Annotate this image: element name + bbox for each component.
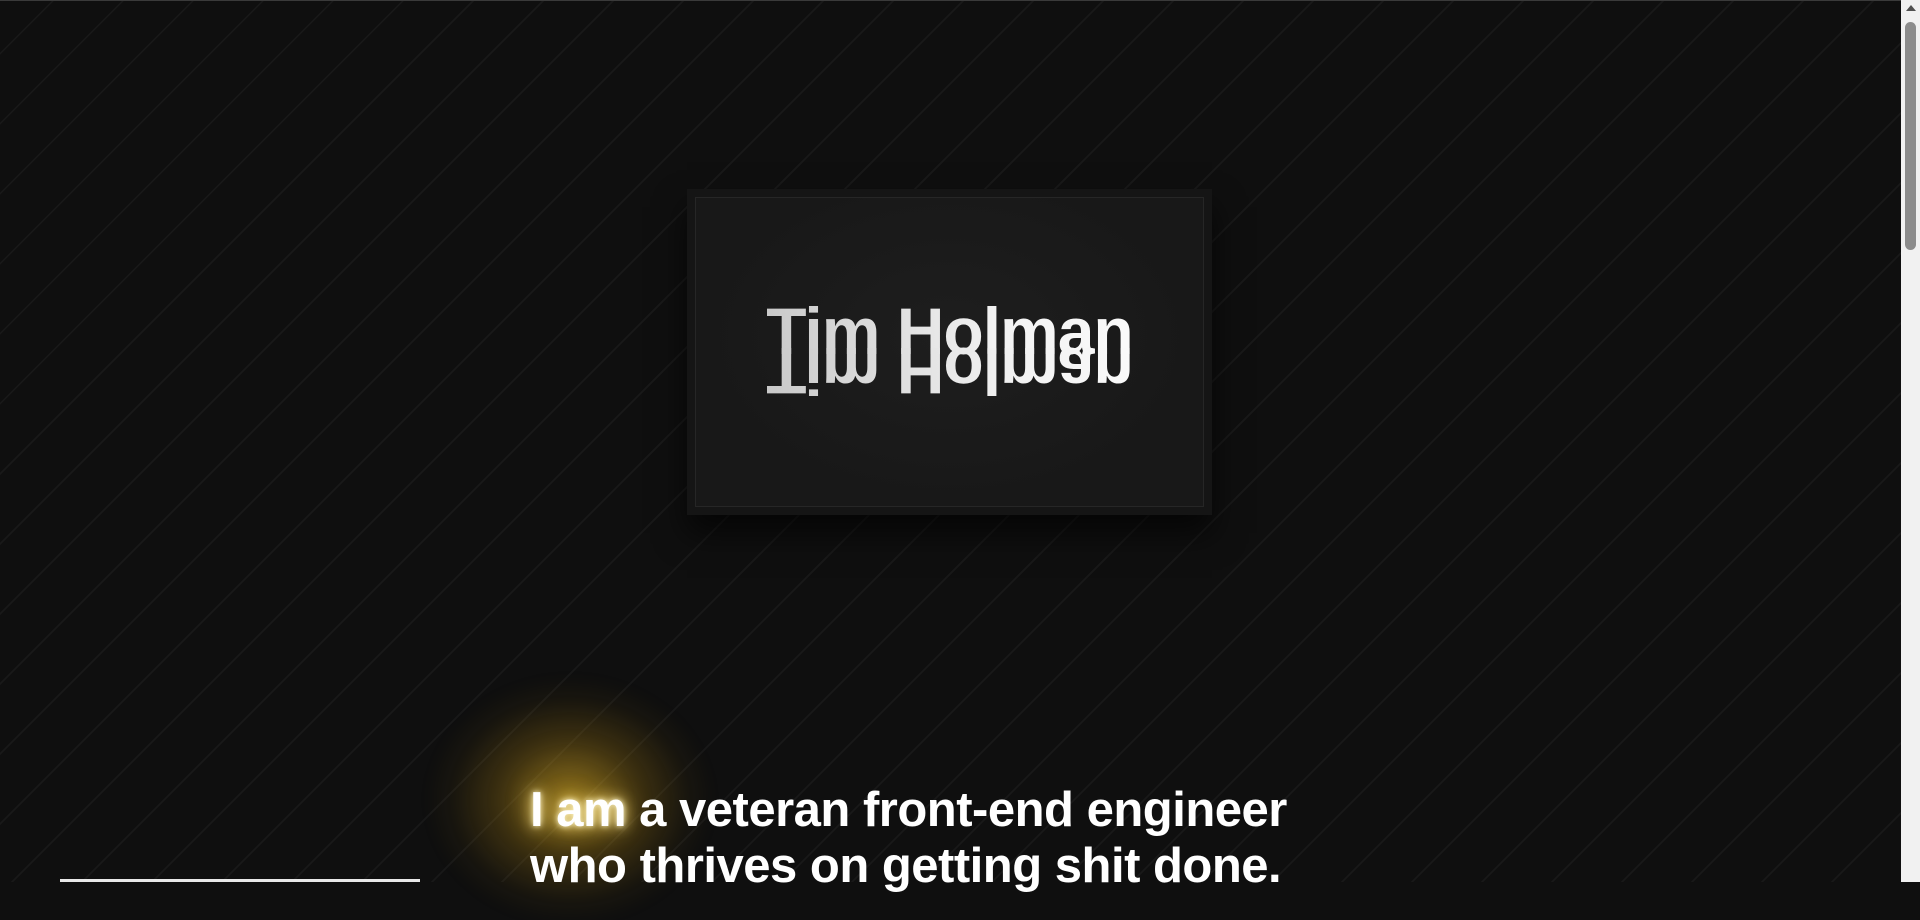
scroll-up-arrow-icon[interactable]: [1906, 5, 1916, 11]
scrollbar-thumb[interactable]: [1905, 22, 1916, 250]
intro-line1: a veteran front-end engineer: [626, 783, 1287, 837]
logo-card: Tim Holman Tim Holman: [687, 189, 1212, 515]
top-border: [0, 0, 1901, 1]
logo-reflection: Tim Holman: [696, 334, 1203, 408]
intro-line2: who thrives on getting shit done.: [530, 839, 1282, 893]
vertical-scrollbar[interactable]: [1901, 0, 1920, 882]
logo-card-inner: Tim Holman Tim Holman: [695, 197, 1204, 507]
intro-highlight: I am: [530, 783, 627, 837]
intro-headline: I am a veteran front-end engineer who th…: [530, 782, 1430, 894]
